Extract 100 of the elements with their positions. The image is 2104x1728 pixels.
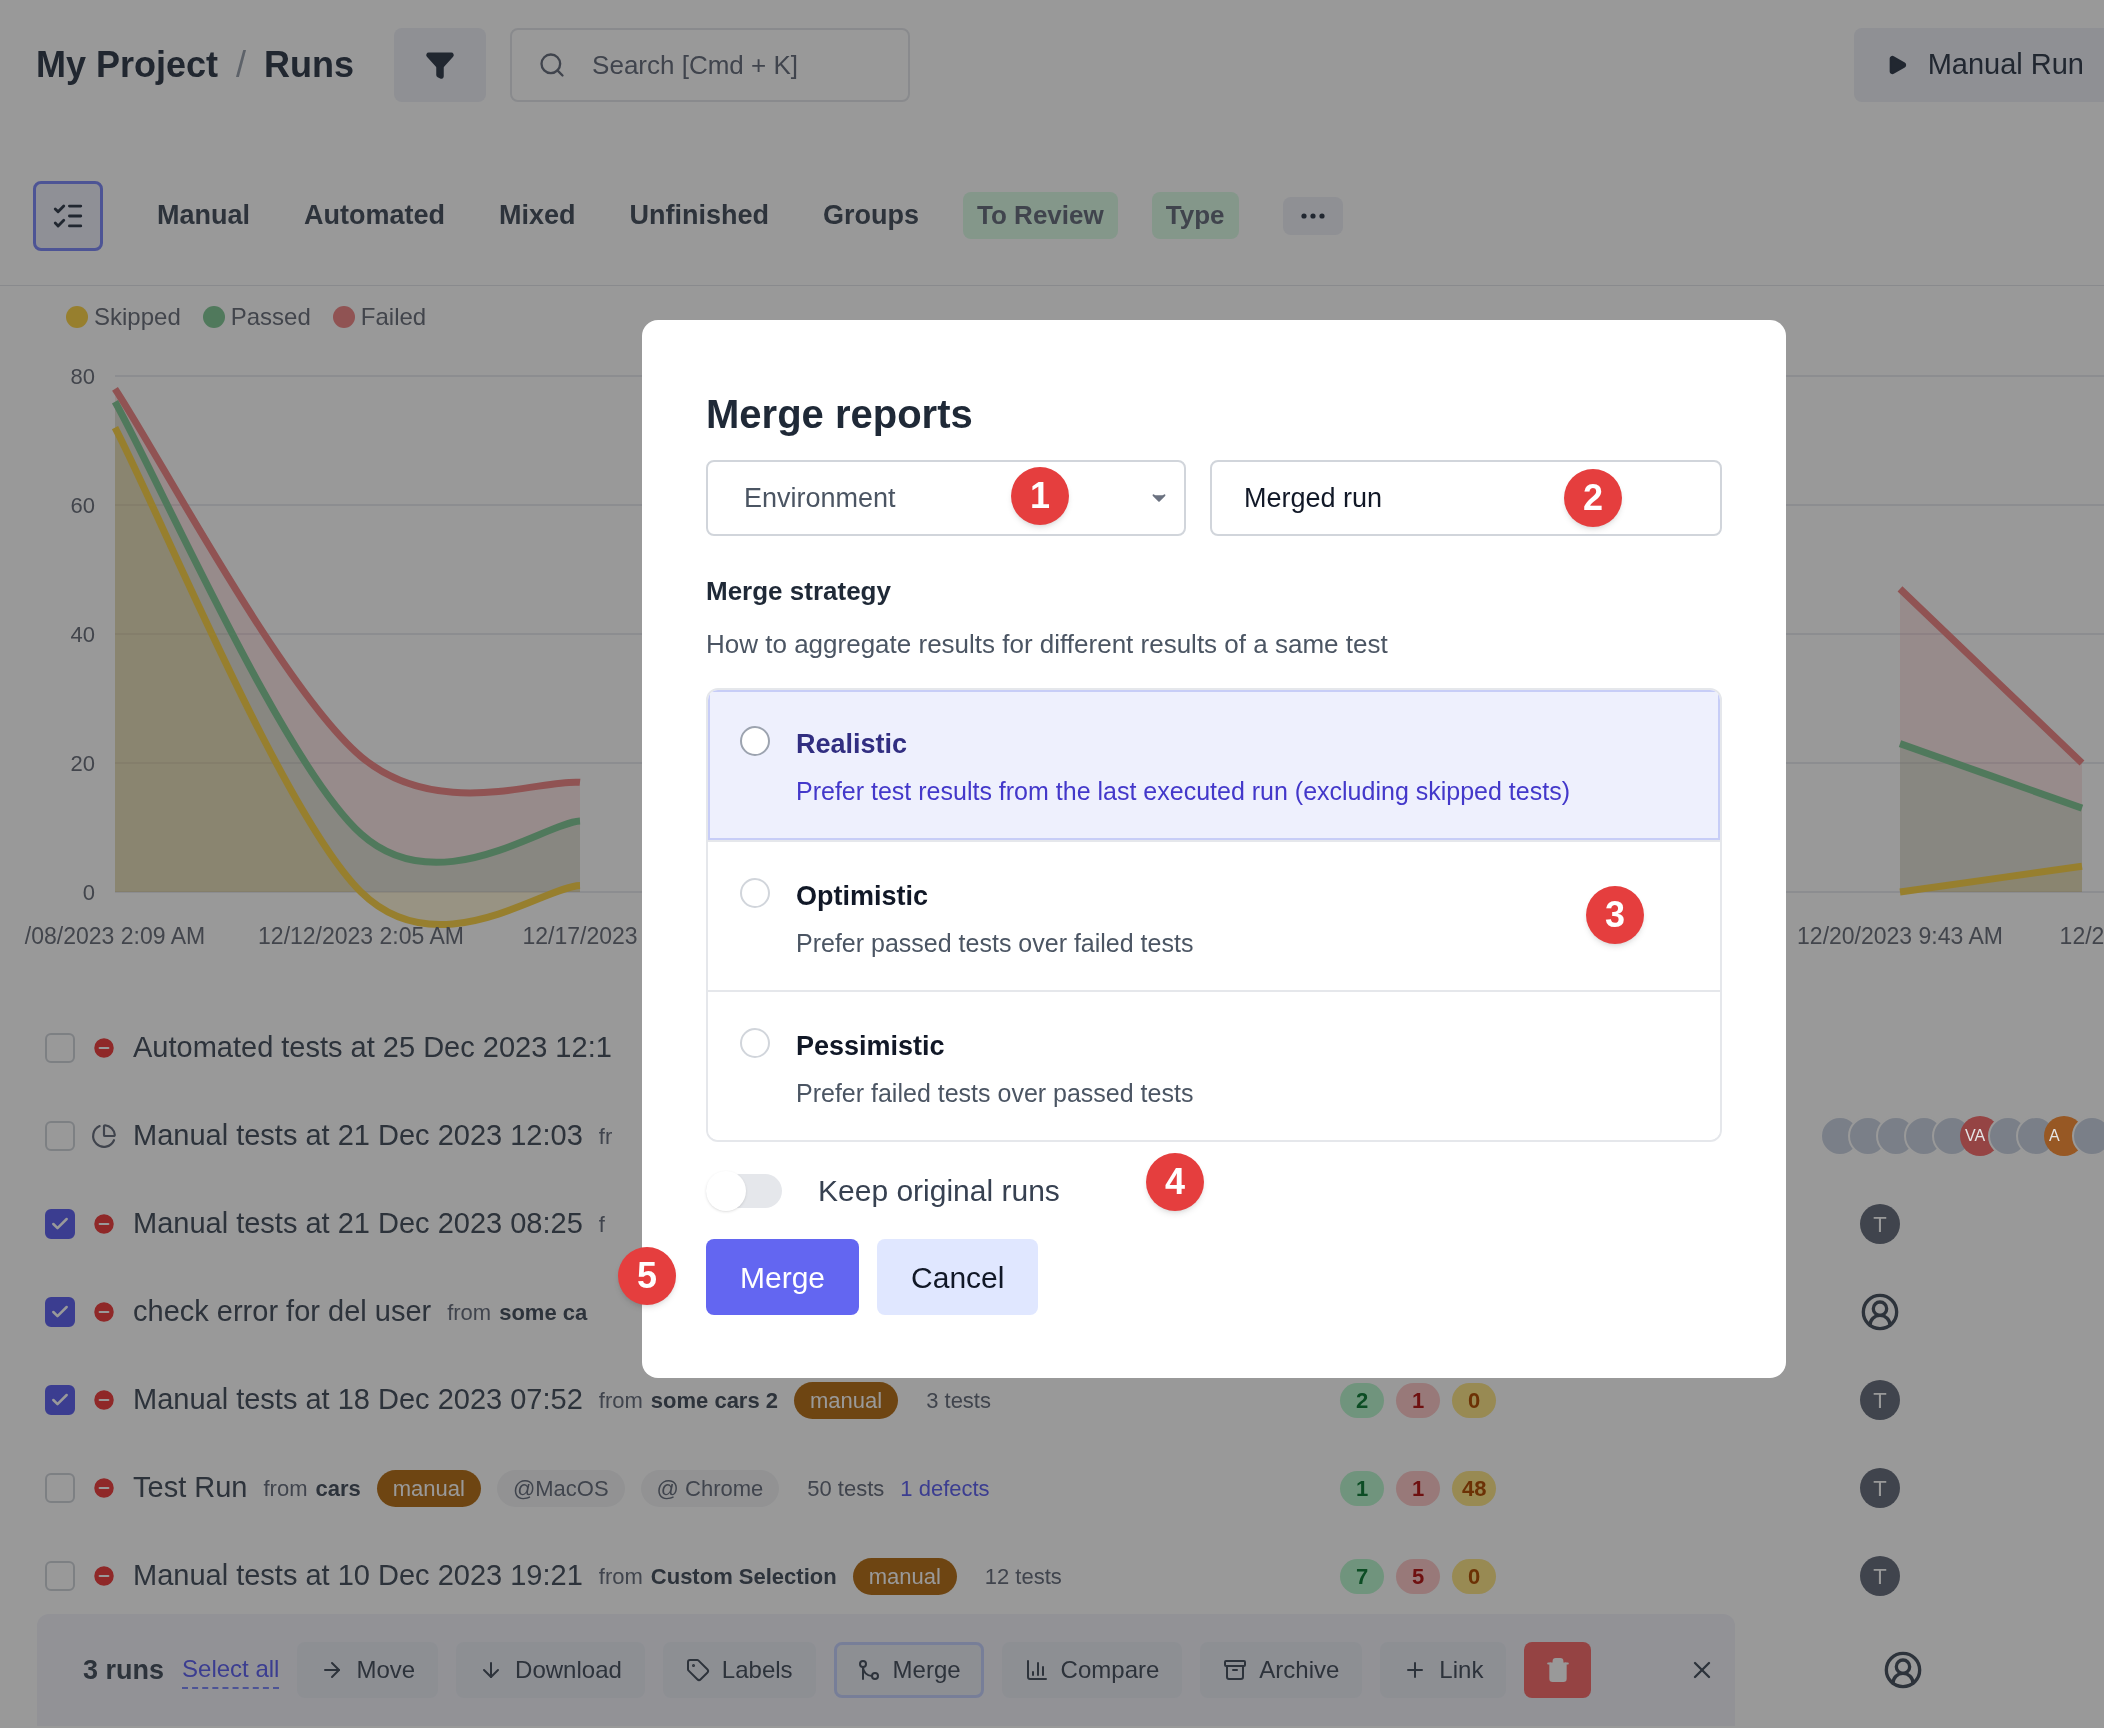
source-name: some cars 2 bbox=[650, 1386, 778, 1415]
test-count: 50 tests bbox=[807, 1474, 885, 1503]
toolbar-action-button[interactable]: Move bbox=[297, 1642, 439, 1698]
toolbar-action-button[interactable]: Download bbox=[456, 1642, 645, 1698]
legend-label: Passed bbox=[230, 302, 311, 332]
strategy-label: Merge strategy bbox=[706, 575, 892, 608]
result-count: 7 bbox=[1340, 1558, 1384, 1594]
radio-button[interactable] bbox=[740, 1028, 770, 1058]
radio-button[interactable] bbox=[740, 726, 770, 756]
run-title[interactable]: Automated tests at 25 Dec 2023 12:1 bbox=[133, 1026, 612, 1070]
y-axis-label: 80 bbox=[70, 364, 95, 389]
user-avatar-icon bbox=[1860, 1292, 1900, 1332]
option-title: Optimistic bbox=[796, 880, 930, 913]
source-name: Custom Selection bbox=[650, 1562, 837, 1591]
source-prefix: from bbox=[447, 1298, 492, 1327]
filter-tab[interactable]: Type bbox=[1151, 192, 1239, 239]
avatar: T bbox=[1860, 1204, 1900, 1244]
run-title[interactable]: Manual tests at 18 Dec 2023 07:52 bbox=[133, 1378, 583, 1422]
merge-button[interactable]: Merge bbox=[706, 1239, 860, 1315]
filter-icon bbox=[425, 50, 456, 80]
source-prefix: f bbox=[598, 1210, 605, 1239]
x-axis-label: 12/2 bbox=[2059, 923, 2104, 949]
result-count: 1 bbox=[1396, 1470, 1440, 1506]
toolbar-action-button[interactable]: Compare bbox=[1001, 1642, 1183, 1698]
filter-tab[interactable]: Automated bbox=[304, 195, 445, 236]
user-avatar-icon bbox=[1883, 1650, 1923, 1690]
manual-run-button[interactable]: Manual Run bbox=[1853, 28, 2104, 102]
y-axis-label: 0 bbox=[82, 880, 95, 905]
source-name: cars bbox=[315, 1474, 361, 1503]
result-count: 1 bbox=[1396, 1382, 1440, 1418]
strategy-option[interactable]: Realistic Prefer test results from the last executed run (excluding skipped tests) bbox=[708, 690, 1720, 840]
select-all-link[interactable]: Select all bbox=[182, 1651, 280, 1689]
filter-tab[interactable]: Unfinished bbox=[629, 195, 770, 236]
filter-tab[interactable]: Manual bbox=[157, 195, 250, 236]
avatar: T bbox=[1860, 1380, 1900, 1420]
checklist-toggle-button[interactable] bbox=[33, 180, 103, 251]
x-axis-label: 12/20/2023 9:43 AM bbox=[1797, 923, 2003, 949]
result-count: 0 bbox=[1452, 1382, 1496, 1418]
run-title[interactable]: Manual tests at 10 Dec 2023 19:21 bbox=[133, 1554, 583, 1598]
step-marker: 2 bbox=[1564, 469, 1622, 527]
more-button[interactable] bbox=[1282, 196, 1343, 235]
test-count: 12 tests bbox=[984, 1562, 1062, 1591]
result-count: 0 bbox=[1452, 1558, 1496, 1594]
avatar-photo-placeholder bbox=[2072, 1116, 2104, 1156]
x-axis-label: 12/12/2023 2:05 AM bbox=[258, 923, 464, 949]
option-description: Prefer failed tests over passed tests bbox=[796, 1077, 1194, 1109]
strategy-hint: How to aggregate results for different results of a same test bbox=[706, 628, 1389, 661]
tag-icon bbox=[685, 1658, 710, 1682]
run-label: manual bbox=[794, 1381, 899, 1419]
selection-count: 3 runs bbox=[83, 1653, 165, 1687]
legend-label: Skipped bbox=[94, 302, 181, 332]
legend-label: Failed bbox=[360, 302, 427, 332]
toggle-label: Keep original runs bbox=[818, 1173, 1060, 1209]
run-title[interactable]: Test Run bbox=[133, 1466, 248, 1510]
x-axis-label: 12/17/2023 bbox=[522, 923, 638, 949]
toolbar-action-button[interactable]: Link bbox=[1380, 1642, 1507, 1698]
y-axis-label: 60 bbox=[70, 493, 95, 518]
archive-icon bbox=[1223, 1658, 1248, 1682]
test-count: 3 tests bbox=[926, 1386, 991, 1415]
result-count: 1 bbox=[1340, 1470, 1384, 1506]
filter-tab[interactable]: To Review bbox=[963, 192, 1118, 239]
toggle-switch[interactable] bbox=[706, 1173, 782, 1208]
result-count: 2 bbox=[1340, 1382, 1384, 1418]
run-title[interactable]: Manual tests at 21 Dec 2023 08:25 bbox=[133, 1202, 583, 1246]
source-name: some ca bbox=[499, 1298, 588, 1327]
step-marker: 1 bbox=[1011, 467, 1069, 525]
option-description: Prefer test results from the last executed run (excluding skipped tests) bbox=[796, 775, 1570, 807]
search-field[interactable]: Search [Cmd + K] bbox=[510, 28, 911, 102]
run-title[interactable]: check error for del user bbox=[133, 1290, 432, 1334]
cancel-button[interactable]: Cancel bbox=[877, 1239, 1039, 1315]
row-checkbox[interactable] bbox=[45, 1209, 75, 1239]
delete-button[interactable] bbox=[1524, 1642, 1591, 1698]
filter-button[interactable] bbox=[394, 28, 487, 102]
toolbar-action-button[interactable]: Merge bbox=[833, 1642, 984, 1698]
trash-icon bbox=[1544, 1657, 1571, 1683]
run-label: @ Chrome bbox=[640, 1469, 780, 1507]
run-title[interactable]: Manual tests at 21 Dec 2023 12:03 bbox=[133, 1114, 583, 1158]
run-label: manual bbox=[852, 1557, 957, 1595]
option-title: Realistic bbox=[796, 728, 909, 761]
row-checkbox[interactable] bbox=[45, 1385, 75, 1415]
source-prefix: fr bbox=[598, 1122, 613, 1151]
avatar: T bbox=[1860, 1468, 1900, 1508]
breadcrumb-link[interactable]: My Project bbox=[36, 38, 219, 92]
result-count: 5 bbox=[1396, 1558, 1440, 1594]
result-count: 48 bbox=[1452, 1470, 1497, 1506]
merge-icon bbox=[856, 1658, 881, 1682]
y-axis-label: 40 bbox=[70, 622, 95, 647]
strategy-option[interactable]: Pessimistic Prefer failed tests over passed tests bbox=[708, 990, 1720, 1140]
breadcrumb-separator: / bbox=[236, 43, 247, 87]
toolbar-action-button[interactable]: Labels bbox=[662, 1642, 816, 1698]
row-checkbox[interactable] bbox=[45, 1297, 75, 1327]
filter-tab[interactable]: Mixed bbox=[499, 195, 576, 236]
toolbar-action-button[interactable]: Archive bbox=[1200, 1642, 1363, 1698]
more-icon bbox=[1300, 212, 1325, 219]
breadcrumb-current: Runs bbox=[264, 43, 355, 87]
filter-tab[interactable]: Groups bbox=[823, 195, 920, 236]
radio-button[interactable] bbox=[740, 878, 770, 908]
source-prefix: from bbox=[598, 1562, 643, 1591]
defects-link[interactable]: 1 defects bbox=[900, 1471, 990, 1505]
search-icon bbox=[538, 51, 567, 79]
